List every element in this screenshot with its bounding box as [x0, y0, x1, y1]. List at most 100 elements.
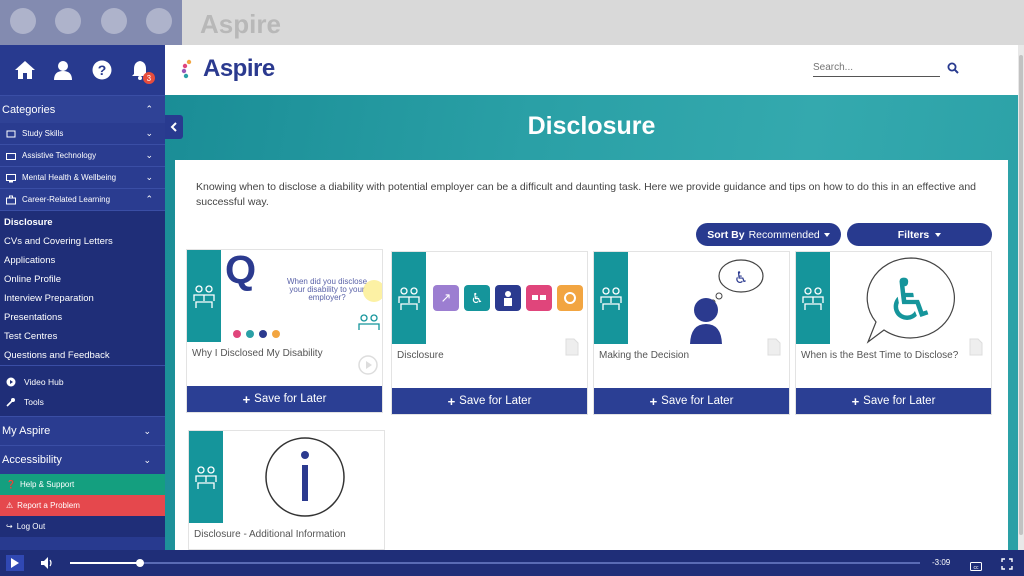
sidebar-links: Video Hub Tools — [0, 365, 165, 416]
play-button[interactable] — [6, 555, 24, 571]
report-problem-link[interactable]: ⚠ Report a Problem — [0, 495, 165, 516]
browser-top-strip: Aspire — [0, 0, 1024, 45]
category-mental-health[interactable]: Mental Health & Wellbeing ⌄ — [0, 167, 165, 189]
sub-item-interview-preparation[interactable]: Interview Preparation — [0, 289, 165, 308]
categories-header[interactable]: Categories ⌃ — [0, 95, 165, 123]
chevron-down-icon: ⌄ — [145, 128, 153, 138]
save-for-later-button[interactable]: + Save for Later — [392, 388, 587, 414]
sub-item-online-profile[interactable]: Online Profile — [0, 270, 165, 289]
captions-icon[interactable]: cc — [970, 558, 982, 571]
save-label: Save for Later — [863, 395, 936, 407]
save-for-later-button[interactable]: + Save for Later — [187, 386, 382, 412]
question-circle-icon: ❓ — [6, 480, 16, 489]
chevron-down-icon: ⌄ — [145, 150, 153, 160]
person-thinking-icon: ♿ — [686, 256, 766, 344]
my-aspire-header[interactable]: My Aspire ⌄ — [0, 416, 165, 445]
play-circle-icon — [6, 377, 16, 387]
category-study-skills[interactable]: Study Skills ⌄ — [0, 123, 165, 145]
card-thumbnail[interactable]: Q When did you disclose your disability … — [187, 250, 382, 342]
category-label: Mental Health & Wellbeing — [22, 173, 117, 182]
search-input[interactable] — [813, 62, 940, 73]
video-player-bar: -3:09 cc — [0, 550, 1024, 576]
page-scrollbar[interactable] — [1018, 45, 1024, 550]
colored-dots — [233, 330, 280, 338]
card-title[interactable]: Disclosure - Additional Information — [189, 523, 384, 549]
sub-item-cvs[interactable]: CVs and Covering Letters — [0, 232, 165, 251]
svg-text:♿: ♿ — [734, 270, 748, 287]
sub-item-test-centres[interactable]: Test Centres — [0, 327, 165, 346]
card-title[interactable]: Why I Disclosed My Disability — [187, 342, 382, 386]
card-title[interactable]: Disclosure — [392, 344, 587, 388]
seek-bar[interactable] — [70, 562, 920, 564]
accessibility-header[interactable]: Accessibility ⌄ — [0, 445, 165, 474]
wrench-icon — [6, 397, 16, 407]
tools-link[interactable]: Tools — [0, 392, 165, 412]
scrollbar-thumb[interactable] — [1019, 55, 1023, 535]
page-title: Disclosure — [527, 112, 656, 140]
document-icon — [969, 338, 983, 356]
save-for-later-button[interactable]: + Save for Later — [796, 388, 991, 414]
sub-item-applications[interactable]: Applications — [0, 251, 165, 270]
video-hub-link[interactable]: Video Hub — [0, 372, 165, 392]
card-thumbnail[interactable]: ♿ — [796, 252, 991, 344]
card-thumbnail[interactable]: ↗ ♿ — [392, 252, 587, 344]
svg-text:♿: ♿ — [885, 268, 937, 333]
resource-card[interactable]: Disclosure - Additional Information — [188, 430, 385, 550]
help-icon[interactable]: ? — [90, 58, 114, 82]
play-circle-icon — [358, 355, 378, 380]
card-title[interactable]: When is the Best Time to Disclose? — [796, 344, 991, 388]
card-thumbnail[interactable]: ♿ — [594, 252, 789, 344]
time-remaining: -3:09 — [932, 558, 951, 567]
top-strip-logo: Aspire — [200, 9, 281, 39]
sign-out-icon: ↪ — [6, 522, 13, 531]
category-label: Assistive Technology — [22, 151, 97, 160]
accessibility-label: Accessibility — [2, 454, 62, 466]
my-aspire-label: My Aspire — [2, 425, 51, 437]
video-hub-label: Video Hub — [24, 377, 64, 387]
filters-button[interactable]: Filters — [847, 223, 992, 246]
aspire-logo-icon — [181, 59, 192, 79]
sub-item-questions-feedback[interactable]: Questions and Feedback — [0, 346, 165, 365]
accessibility-icons: ↗ ♿ — [433, 285, 583, 311]
people-icon — [187, 250, 221, 342]
category-assistive-technology[interactable]: Assistive Technology ⌄ — [0, 145, 165, 167]
save-for-later-button[interactable]: + Save for Later — [594, 388, 789, 414]
aspire-logo[interactable]: Aspire — [181, 55, 275, 83]
sort-button[interactable]: Sort By Recommended — [696, 223, 841, 246]
resource-card[interactable]: ↗ ♿ Disclosure + Save for Later — [391, 251, 588, 415]
caret-down-icon — [935, 232, 942, 237]
category-career-related-learning[interactable]: Career-Related Learning ⌃ — [0, 189, 165, 211]
log-out-link[interactable]: ↪ Log Out — [0, 516, 165, 537]
play-icon — [11, 558, 19, 568]
search-icon[interactable] — [947, 61, 961, 75]
seek-bar-progress — [70, 562, 140, 564]
chevron-down-icon: ⌄ — [143, 454, 151, 465]
plus-icon: + — [447, 393, 456, 409]
sub-item-presentations[interactable]: Presentations — [0, 308, 165, 327]
user-icon[interactable] — [51, 58, 75, 82]
plus-icon: + — [649, 393, 658, 409]
sub-item-disclosure[interactable]: Disclosure — [0, 213, 165, 232]
resource-card[interactable]: ♿ When is the Best Time to Disclose? + S… — [795, 251, 992, 415]
chevron-up-icon: ⌃ — [145, 194, 153, 204]
sidebar-icon-bar: ? 3 — [0, 45, 165, 95]
search-field[interactable] — [813, 59, 940, 77]
fullscreen-icon[interactable] — [1001, 557, 1013, 570]
content-panel: Knowing when to disclose a diability wit… — [175, 160, 1008, 550]
svg-text:?: ? — [97, 62, 106, 78]
resource-card[interactable]: Q When did you disclose your disability … — [186, 249, 383, 413]
seek-bar-handle[interactable] — [135, 559, 144, 567]
wheelchair-icon: ♿ — [464, 285, 490, 311]
bell-icon[interactable]: 3 — [128, 58, 155, 84]
volume-icon[interactable] — [40, 556, 54, 570]
help-support-link[interactable]: ❓ Help & Support — [0, 474, 165, 495]
card-thumbnail[interactable] — [189, 431, 384, 523]
card-title[interactable]: Making the Decision — [594, 344, 789, 388]
people-icon — [796, 252, 830, 344]
save-label: Save for Later — [459, 395, 532, 407]
home-icon[interactable] — [13, 58, 37, 82]
people-icon — [355, 312, 382, 342]
resource-card[interactable]: ♿ Making the Decision + Save for Later — [593, 251, 790, 415]
logo-text: Aspire — [203, 55, 275, 82]
category-label: Study Skills — [22, 129, 64, 138]
